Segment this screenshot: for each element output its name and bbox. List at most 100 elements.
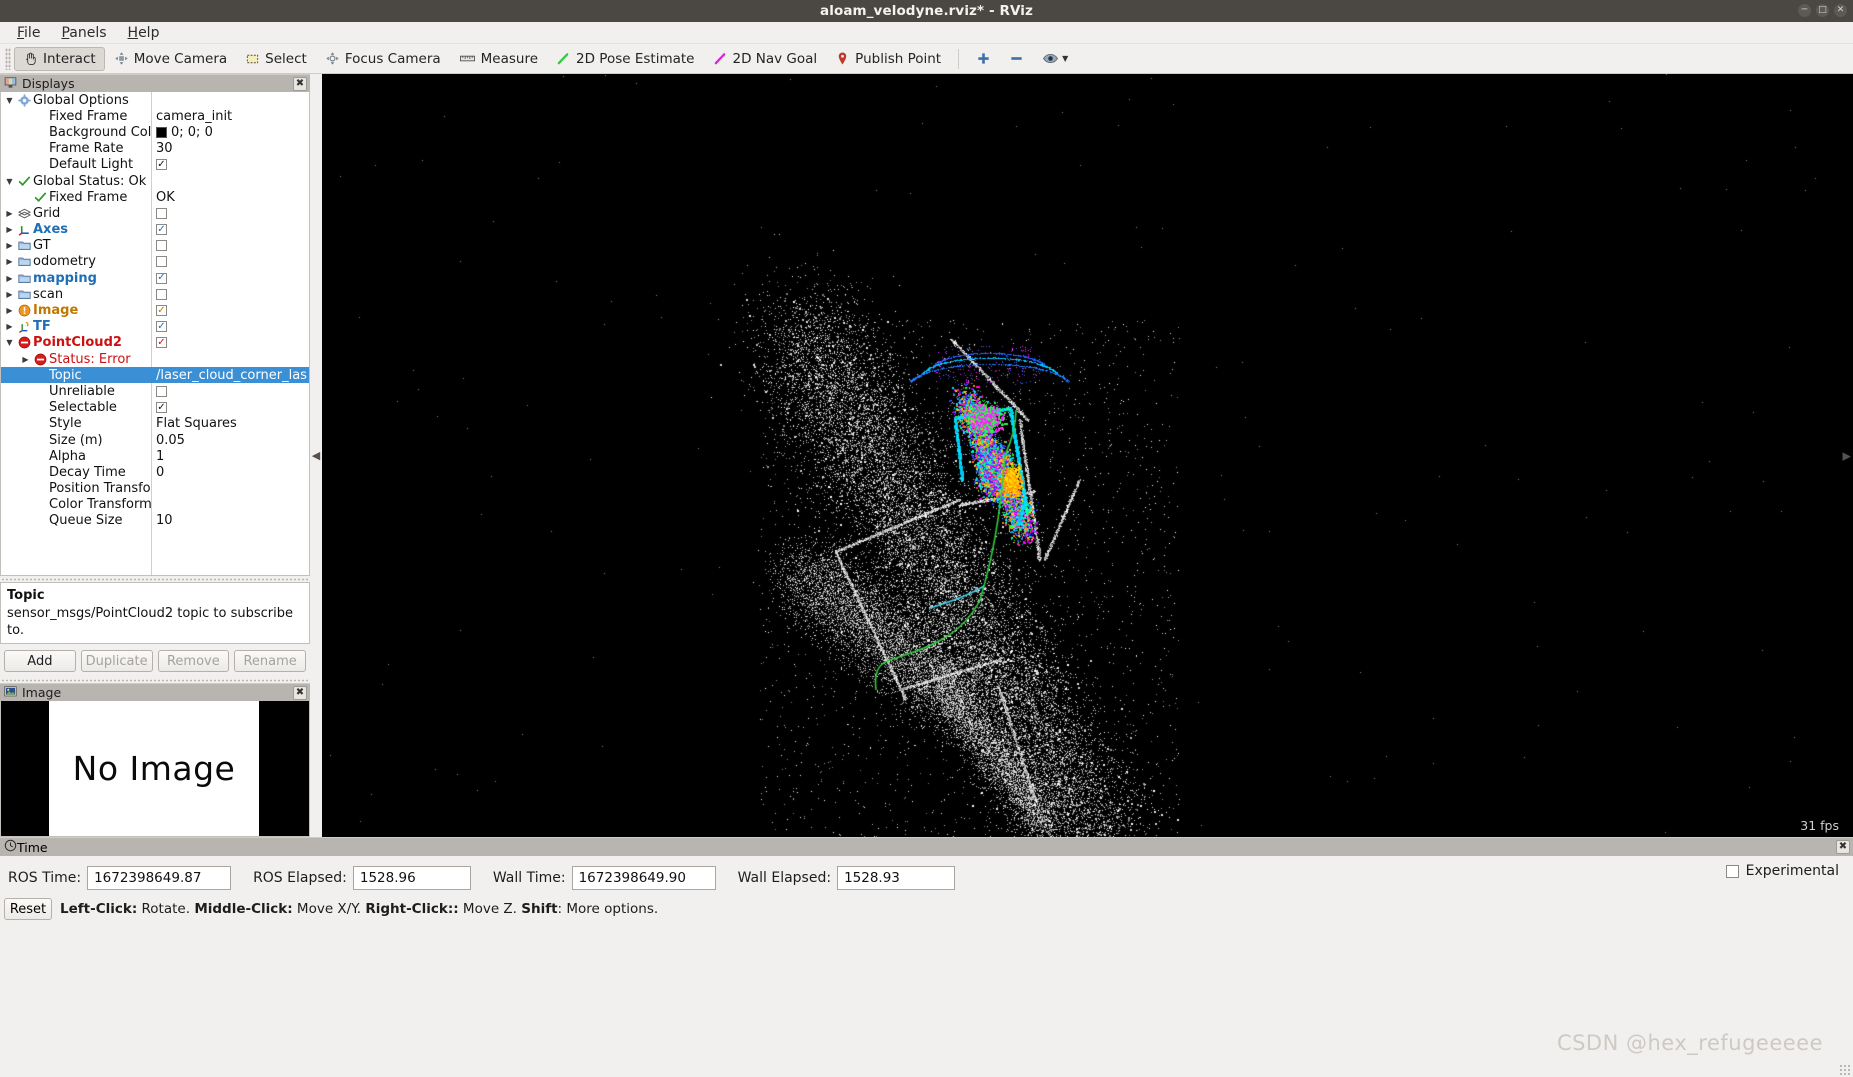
- display-row-position-transfor[interactable]: Position Transfor…: [1, 481, 309, 497]
- image-panel-close-button[interactable]: ✖: [293, 686, 307, 700]
- row-value[interactable]: camera_init: [156, 109, 307, 124]
- row-checkbox[interactable]: ✓: [156, 224, 167, 236]
- row-value[interactable]: 10: [156, 513, 307, 528]
- render-view-3d[interactable]: ▶ 31 fps: [322, 74, 1853, 837]
- row-value[interactable]: [156, 288, 307, 300]
- wall-time-input[interactable]: 1672398649.90: [571, 866, 716, 890]
- display-row-pointcloud2[interactable]: ▼ PointCloud2 ✓: [1, 335, 309, 351]
- expand-arrow-down-icon[interactable]: ▼: [3, 177, 16, 186]
- row-value[interactable]: ✓: [156, 224, 307, 236]
- display-row-fixed-frame[interactable]: Fixed Frame OK: [1, 189, 309, 205]
- add-button[interactable]: Add: [4, 650, 76, 672]
- menu-panels[interactable]: Panels: [52, 23, 115, 43]
- row-value[interactable]: 0; 0; 0: [156, 125, 307, 140]
- row-value[interactable]: ✓: [156, 305, 307, 317]
- row-checkbox[interactable]: [156, 385, 167, 397]
- display-row-global-status-ok[interactable]: ▼ Global Status: Ok: [1, 173, 309, 189]
- remove-button[interactable]: Remove: [157, 650, 230, 672]
- row-value[interactable]: ✓: [156, 272, 307, 284]
- tool-move-camera[interactable]: Move Camera: [105, 47, 236, 71]
- row-checkbox[interactable]: [156, 256, 167, 268]
- resize-grip[interactable]: [1839, 1064, 1851, 1076]
- row-value[interactable]: [156, 385, 307, 397]
- wall-elapsed-input[interactable]: 1528.93: [837, 866, 956, 890]
- display-row-color-transformer[interactable]: Color Transformer: [1, 497, 309, 513]
- expand-arrow-right-icon[interactable]: ▶: [3, 290, 16, 299]
- display-row-axes[interactable]: ▶ Axes ✓: [1, 222, 309, 238]
- row-value[interactable]: ✓: [156, 337, 307, 349]
- row-checkbox[interactable]: [156, 240, 167, 252]
- experimental-toggle[interactable]: Experimental: [1725, 863, 1839, 879]
- row-checkbox[interactable]: ✓: [156, 159, 167, 171]
- tool-interact[interactable]: Interact: [14, 46, 105, 71]
- duplicate-button[interactable]: Duplicate: [80, 650, 153, 672]
- remove-tool-button[interactable]: [1000, 47, 1033, 71]
- row-value[interactable]: OK: [156, 190, 307, 205]
- row-checkbox[interactable]: ✓: [156, 321, 167, 333]
- display-row-unreliable[interactable]: Unreliable: [1, 383, 309, 399]
- display-row-alpha[interactable]: Alpha 1: [1, 448, 309, 464]
- time-panel-close-button[interactable]: ✖: [1836, 840, 1850, 854]
- expand-arrow-right-icon[interactable]: ▶: [19, 355, 32, 364]
- point-cloud-canvas[interactable]: [322, 74, 1853, 837]
- row-value[interactable]: ✓: [156, 321, 307, 333]
- displays-tree[interactable]: ▼ Global Options Fixed Frame camera_init Bac…: [0, 92, 310, 576]
- display-row-size-m[interactable]: Size (m) 0.05: [1, 432, 309, 448]
- maximize-icon[interactable]: □: [1816, 4, 1829, 17]
- display-row-status-error[interactable]: ▶ Status: Error: [1, 351, 309, 367]
- row-value[interactable]: [156, 240, 307, 252]
- display-row-decay-time[interactable]: Decay Time 0: [1, 464, 309, 480]
- expand-arrow-right-icon[interactable]: ▶: [3, 209, 16, 218]
- tool-measure[interactable]: Measure: [450, 47, 547, 71]
- tool-properties-button[interactable]: ▼: [1033, 47, 1077, 71]
- close-icon[interactable]: ✕: [1834, 4, 1847, 17]
- row-checkbox[interactable]: ✓: [156, 272, 167, 284]
- reset-button[interactable]: Reset: [4, 898, 52, 920]
- row-value[interactable]: [156, 256, 307, 268]
- display-row-selectable[interactable]: Selectable ✓: [1, 400, 309, 416]
- display-row-queue-size[interactable]: Queue Size 10: [1, 513, 309, 529]
- row-value[interactable]: Flat Squares: [156, 416, 307, 431]
- row-value[interactable]: 0.05: [156, 433, 307, 448]
- expand-arrow-down-icon[interactable]: ▼: [3, 96, 16, 105]
- experimental-checkbox[interactable]: [1725, 864, 1739, 878]
- minimize-icon[interactable]: ─: [1798, 4, 1811, 17]
- row-value[interactable]: [156, 207, 307, 219]
- menu-help[interactable]: Help: [119, 23, 169, 43]
- row-value[interactable]: ✓: [156, 159, 307, 171]
- image-view[interactable]: No Image: [0, 701, 310, 837]
- display-row-default-light[interactable]: Default Light ✓: [1, 157, 309, 173]
- row-checkbox[interactable]: ✓: [156, 337, 167, 349]
- display-row-tf[interactable]: ▶ TF ✓: [1, 319, 309, 335]
- rename-button[interactable]: Rename: [234, 650, 306, 672]
- display-row-background-color[interactable]: Background Color 0; 0; 0: [1, 124, 309, 140]
- ros-time-input[interactable]: 1672398649.87: [87, 866, 232, 890]
- tool-2d-nav-goal[interactable]: 2D Nav Goal: [704, 47, 827, 71]
- expand-arrow-right-icon[interactable]: ▶: [3, 241, 16, 250]
- chevron-left-icon[interactable]: ◀: [312, 450, 320, 461]
- chevron-right-icon[interactable]: ▶: [1843, 449, 1851, 462]
- row-value[interactable]: 30: [156, 141, 307, 156]
- display-row-grid[interactable]: ▶ Grid: [1, 205, 309, 221]
- row-value[interactable]: ✓: [156, 402, 307, 414]
- display-row-frame-rate[interactable]: Frame Rate 30: [1, 141, 309, 157]
- menu-file[interactable]: File: [8, 23, 49, 43]
- expand-arrow-right-icon[interactable]: ▶: [3, 225, 16, 234]
- expand-arrow-right-icon[interactable]: ▶: [3, 257, 16, 266]
- toolbar-grip[interactable]: [5, 47, 11, 70]
- row-value[interactable]: 0: [156, 465, 307, 480]
- left-dock-splitter[interactable]: ◀: [310, 74, 322, 837]
- expand-arrow-right-icon[interactable]: ▶: [3, 322, 16, 331]
- row-checkbox[interactable]: ✓: [156, 305, 167, 317]
- display-row-mapping[interactable]: ▶ mapping ✓: [1, 270, 309, 286]
- display-row-fixed-frame[interactable]: Fixed Frame camera_init: [1, 108, 309, 124]
- expand-arrow-right-icon[interactable]: ▶: [3, 274, 16, 283]
- expand-arrow-right-icon[interactable]: ▶: [3, 306, 16, 315]
- tool-2d-pose-estimate[interactable]: 2D Pose Estimate: [547, 47, 703, 71]
- display-row-style[interactable]: Style Flat Squares: [1, 416, 309, 432]
- row-checkbox[interactable]: [156, 207, 167, 219]
- tool-focus-camera[interactable]: Focus Camera: [316, 47, 450, 71]
- row-checkbox[interactable]: [156, 288, 167, 300]
- expand-arrow-down-icon[interactable]: ▼: [3, 338, 16, 347]
- tool-publish-point[interactable]: Publish Point: [826, 47, 950, 71]
